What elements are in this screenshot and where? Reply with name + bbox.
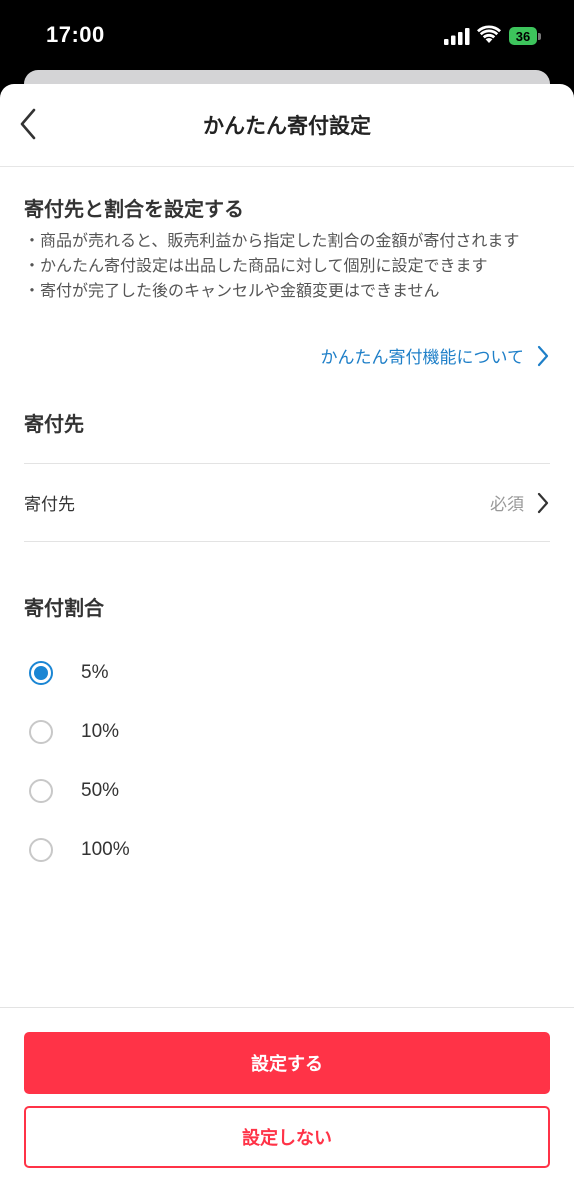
destination-heading: 寄付先 — [24, 412, 84, 436]
set-button[interactable]: 設定する — [24, 1032, 550, 1094]
radio-button[interactable] — [29, 719, 53, 744]
battery-icon: 36 — [509, 26, 543, 46]
note-item: ・寄付が完了した後のキャンセルや金額変更はできません — [24, 281, 440, 300]
chevron-right-icon — [537, 492, 549, 513]
do-not-set-button[interactable]: 設定しない — [24, 1106, 550, 1168]
radio-button[interactable] — [29, 837, 53, 862]
status-bar: 17:00 36 — [0, 0, 574, 70]
navigation-bar: かんたん寄付設定 — [0, 84, 574, 167]
ratio-option-10[interactable]: 10% — [24, 702, 550, 761]
ratio-heading: 寄付割合 — [24, 596, 104, 620]
content: 寄付先と割合を設定する ・商品が売れると、販売利益から指定した割合の金額が寄付さ… — [0, 193, 574, 879]
page-title: かんたん寄付設定 — [203, 114, 371, 138]
battery-level: 36 — [509, 27, 537, 45]
about-donation-link[interactable]: かんたん寄付機能について — [24, 343, 550, 368]
ratio-option-label: 100% — [81, 838, 130, 860]
cellular-signal-icon — [444, 28, 470, 45]
ratio-option-label: 50% — [81, 779, 120, 801]
footer-actions: 設定する 設定しない — [0, 1007, 574, 1200]
ratio-option-100[interactable]: 100% — [24, 820, 550, 879]
chevron-right-icon — [537, 345, 549, 366]
note-item: ・商品が売れると、販売利益から指定した割合の金額が寄付されます — [24, 231, 520, 250]
status-time: 17:00 — [46, 22, 105, 47]
wifi-icon — [477, 25, 501, 43]
destination-row-right: 必須 — [490, 490, 550, 515]
radio-button-selected[interactable] — [29, 660, 53, 685]
destination-row[interactable]: 寄付先 必須 — [24, 463, 550, 542]
ratio-option-label: 5% — [81, 661, 109, 683]
about-donation-link-label: かんたん寄付機能について — [320, 348, 525, 368]
notes-list: ・商品が売れると、販売利益から指定した割合の金額が寄付されます ・かんたん寄付設… — [24, 228, 550, 303]
destination-row-label: 寄付先 — [24, 495, 75, 515]
ratio-option-label: 10% — [81, 720, 120, 742]
ratio-option-50[interactable]: 50% — [24, 761, 550, 820]
battery-cap — [538, 32, 541, 40]
required-badge: 必須 — [490, 495, 524, 515]
ratio-option-5[interactable]: 5% — [24, 643, 550, 702]
radio-button[interactable] — [29, 778, 53, 803]
intro-title: 寄付先と割合を設定する — [24, 197, 244, 221]
ratio-radio-group: 5% 10% 50% 100% — [24, 643, 550, 879]
donation-settings-sheet: かんたん寄付設定 寄付先と割合を設定する ・商品が売れると、販売利益から指定した… — [0, 84, 574, 1200]
note-item: ・かんたん寄付設定は出品した商品に対して個別に設定できます — [24, 256, 488, 275]
